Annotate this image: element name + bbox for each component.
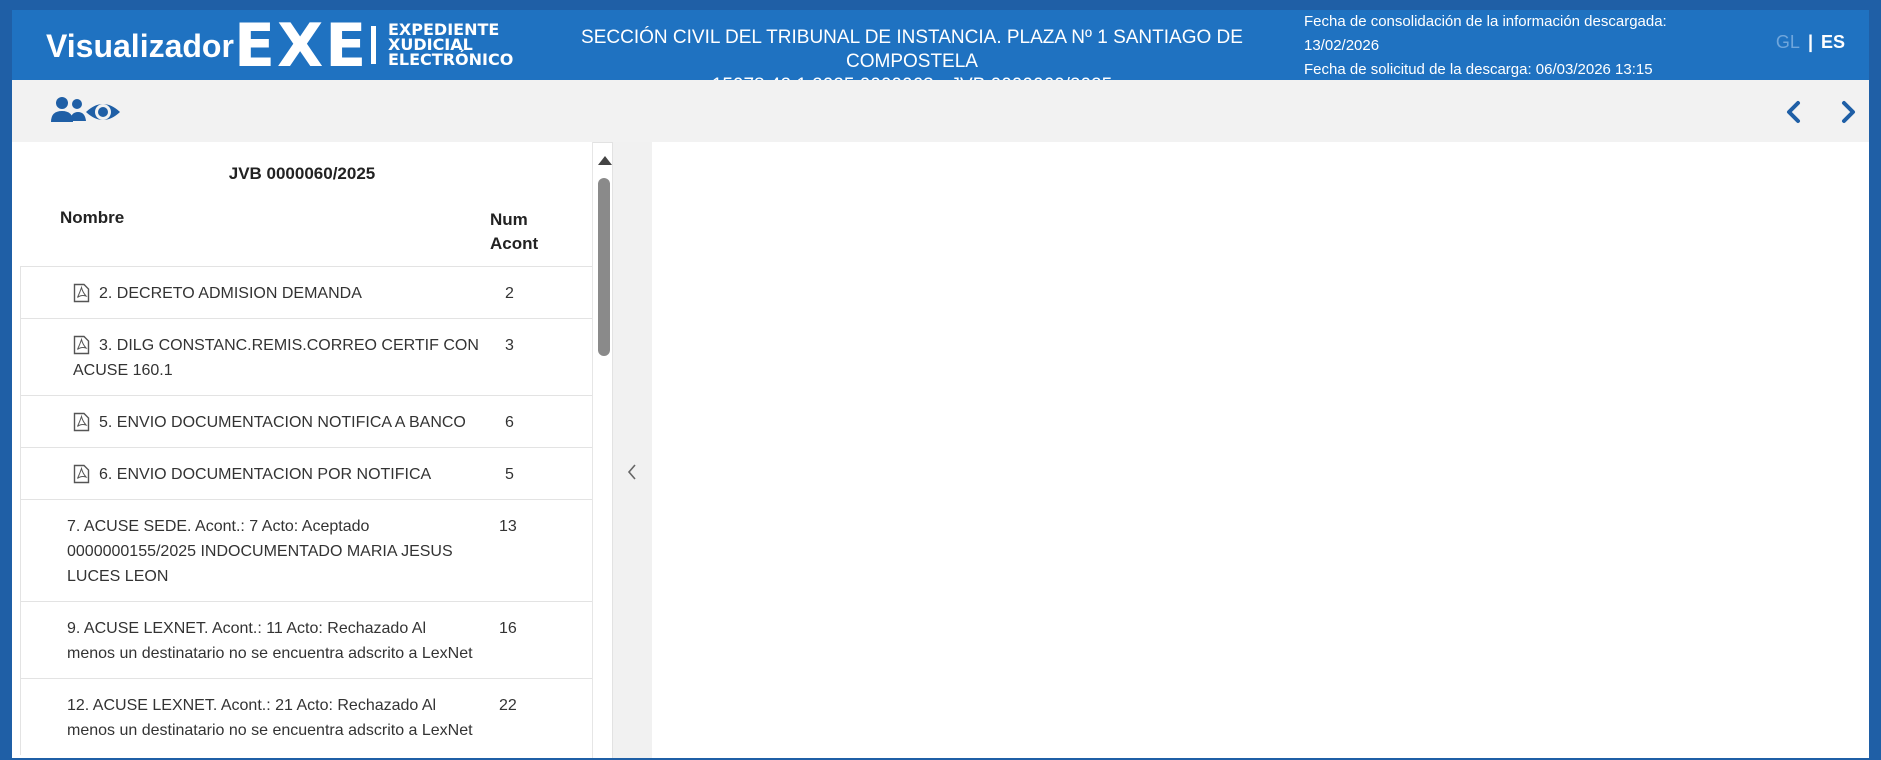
column-header-name[interactable]: Nombre	[60, 208, 124, 228]
table-row[interactable]: 7. ACUSE SEDE. Acont.: 7 Acto: Aceptado …	[20, 499, 592, 601]
row-name-cell: 6. ENVIO DOCUMENTACION POR NOTIFICA	[21, 462, 481, 487]
panel-splitter[interactable]	[612, 142, 653, 758]
document-name: 6. ENVIO DOCUMENTACION POR NOTIFICA	[99, 466, 432, 483]
pdf-icon	[73, 464, 90, 484]
table-row[interactable]: 12. ACUSE LEXNET. Acont.: 21 Acto: Recha…	[20, 678, 592, 755]
lang-gl-link[interactable]: GL	[1776, 32, 1800, 52]
chevron-left-icon[interactable]	[1780, 98, 1808, 126]
logo-divider	[371, 26, 376, 64]
document-num: 3	[505, 337, 514, 354]
row-name-cell: 2. DECRETO ADMISION DEMANDA	[21, 281, 481, 306]
document-name: 9. ACUSE LEXNET. Acont.: 11 Acto: Rechaz…	[67, 620, 473, 662]
document-name: 3. DILG CONSTANC.REMIS.CORREO CERTIF CON…	[73, 337, 479, 379]
document-num: 5	[505, 466, 514, 483]
expediente-line-3: ELECTRÓNICO	[388, 50, 514, 69]
document-num: 6	[505, 414, 514, 431]
viewer-window: Visualizador EXE EXPEDIENTE XUDICIAL ELE…	[12, 10, 1869, 758]
scrollbar-thumb[interactable]	[598, 178, 610, 356]
app-header: Visualizador EXE EXPEDIENTE XUDICIAL ELE…	[12, 10, 1869, 96]
panel-title: JVB 0000060/2025	[228, 164, 376, 183]
collapse-panel-icon[interactable]	[626, 462, 638, 482]
court-name: SECCIÓN CIVIL DEL TRIBUNAL DE INSTANCIA.…	[581, 27, 1243, 72]
lang-separator: |	[1807, 32, 1813, 52]
document-list-panel: JVB 0000060/2025 Nombre Num Acont 2. DEC…	[12, 142, 593, 758]
document-name: 2. DECRETO ADMISION DEMANDA	[99, 285, 362, 302]
table-row[interactable]: 3. DILG CONSTANC.REMIS.CORREO CERTIF CON…	[20, 318, 592, 395]
column-header-num-line1: Num	[490, 210, 528, 229]
chevron-right-icon[interactable]	[1834, 98, 1862, 126]
document-num: 13	[499, 518, 517, 535]
document-table: 2. DECRETO ADMISION DEMANDA 2 3. DILG CO…	[20, 266, 592, 755]
toolbar	[12, 80, 1869, 143]
document-num: 16	[499, 620, 517, 637]
pdf-icon	[73, 412, 90, 432]
pdf-icon	[73, 335, 90, 355]
expediente-logo-text: EXPEDIENTE XUDICIAL ELECTRÓNICO	[388, 22, 514, 69]
document-name: 5. ENVIO DOCUMENTACION NOTIFICA A BANCO	[99, 414, 466, 431]
users-eye-icon[interactable]	[48, 94, 138, 128]
download-dates: Fecha de consolidación de la información…	[1304, 10, 1667, 82]
document-num: 2	[505, 285, 514, 302]
document-viewer	[652, 142, 1869, 758]
column-header-num[interactable]: Num Acont	[490, 208, 538, 256]
consolidation-label: Fecha de consolidación de la información…	[1304, 13, 1667, 30]
lang-es-link[interactable]: ES	[1821, 32, 1845, 52]
column-header-num-line2: Acont	[490, 234, 539, 253]
table-row[interactable]: 9. ACUSE LEXNET. Acont.: 11 Acto: Rechaz…	[20, 601, 592, 678]
document-name: 12. ACUSE LEXNET. Acont.: 21 Acto: Recha…	[67, 697, 473, 739]
document-num: 22	[499, 697, 517, 714]
table-row[interactable]: 5. ENVIO DOCUMENTACION NOTIFICA A BANCO …	[20, 395, 592, 447]
request-date: Fecha de solicitud de la descarga: 06/03…	[1304, 61, 1653, 78]
brand-title: Visualizador	[46, 28, 234, 64]
table-row[interactable]: 6. ENVIO DOCUMENTACION POR NOTIFICA 5	[20, 447, 592, 499]
document-name: 7. ACUSE SEDE. Acont.: 7 Acto: Aceptado …	[67, 518, 453, 585]
pdf-icon	[73, 283, 90, 303]
row-name-cell: 5. ENVIO DOCUMENTACION NOTIFICA A BANCO	[21, 410, 481, 435]
scroll-up-arrow[interactable]	[598, 156, 612, 165]
language-switcher: GL | ES	[1776, 32, 1845, 53]
consolidation-date: 13/02/2026	[1304, 37, 1380, 54]
table-row[interactable]: 2. DECRETO ADMISION DEMANDA 2	[20, 266, 592, 318]
row-name-cell: 3. DILG CONSTANC.REMIS.CORREO CERTIF CON…	[21, 333, 481, 383]
exe-logo: EXE	[234, 11, 369, 81]
